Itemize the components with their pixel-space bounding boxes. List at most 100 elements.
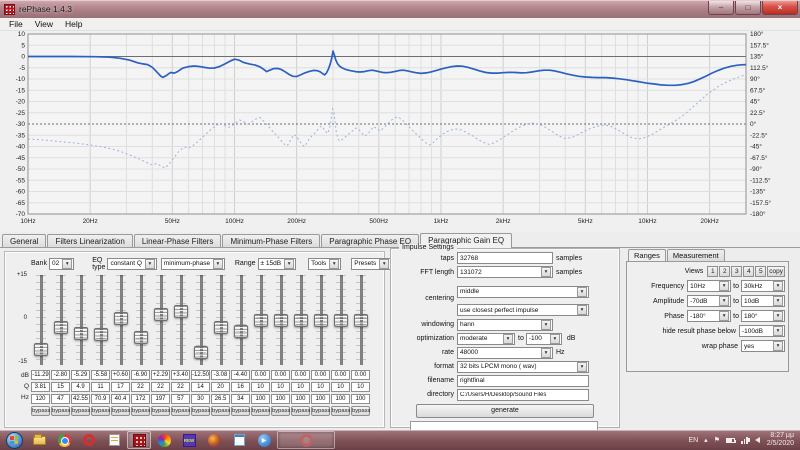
rew-icon[interactable]: REW	[177, 431, 201, 449]
band-q-value[interactable]: 10	[331, 382, 350, 392]
band-db-value[interactable]: 0.00	[251, 370, 270, 380]
bypass-button[interactable]: bypass	[31, 406, 50, 416]
bank-select[interactable]: 02 ▾	[49, 258, 74, 270]
centering-select-2[interactable]: use closest perfect impulse ▾	[457, 304, 589, 316]
slider-thumb[interactable]	[94, 328, 108, 341]
range-select[interactable]: ± 15dB ▾	[258, 258, 297, 270]
band-q-value[interactable]: 10	[271, 382, 290, 392]
band-db-value[interactable]: +2.29	[151, 370, 170, 380]
tab-minimum-phase-filters[interactable]: Minimum-Phase Filters	[222, 234, 320, 247]
tab-ranges[interactable]: Ranges	[628, 249, 666, 261]
slider-thumb[interactable]	[54, 321, 68, 334]
band-hz-value[interactable]: 197	[151, 394, 170, 404]
band-db-value[interactable]: +3.40	[171, 370, 190, 380]
bypass-button[interactable]: bypass	[231, 406, 250, 416]
bypass-button[interactable]: bypass	[211, 406, 230, 416]
wrap-phase-select[interactable]: yes ▾	[741, 340, 785, 352]
tab-linear-phase-filters[interactable]: Linear-Phase Filters	[134, 234, 222, 247]
band-q-value[interactable]: 10	[351, 382, 370, 392]
slider-thumb[interactable]	[174, 305, 188, 318]
band-hz-value[interactable]: 57	[171, 394, 190, 404]
active-window-button[interactable]	[277, 431, 335, 449]
language-indicator[interactable]: EN	[688, 437, 698, 444]
band-hz-value[interactable]: 100	[351, 394, 370, 404]
optimization-select[interactable]: moderate ▾	[457, 333, 515, 345]
view-button-3[interactable]: 3	[731, 266, 742, 277]
amplitude-to-select[interactable]: 10dB ▾	[741, 295, 785, 307]
view-button-1[interactable]: 1	[707, 266, 718, 277]
opera-icon[interactable]	[77, 431, 101, 449]
eq-type-select[interactable]: constant Q ▾	[107, 258, 156, 270]
bypass-button[interactable]: bypass	[351, 406, 370, 416]
band-hz-value[interactable]: 172	[131, 394, 150, 404]
filename-input[interactable]	[457, 375, 589, 387]
band-q-value[interactable]: 14	[191, 382, 210, 392]
windowing-select[interactable]: hann ▾	[457, 319, 553, 331]
band-hz-value[interactable]: 26.5	[211, 394, 230, 404]
bypass-button[interactable]: bypass	[151, 406, 170, 416]
tab-filters-linearization[interactable]: Filters Linearization	[47, 234, 132, 247]
slider-thumb[interactable]	[214, 321, 228, 334]
response-graph[interactable]: 1050-5-10-15-20-25-30-35-40-45-50-55-60-…	[0, 31, 800, 232]
bypass-button[interactable]: bypass	[71, 406, 90, 416]
bypass-button[interactable]: bypass	[171, 406, 190, 416]
band-db-value[interactable]: -5.58	[91, 370, 110, 380]
band-db-value[interactable]: -3.08	[211, 370, 230, 380]
band-q-value[interactable]: 20	[211, 382, 230, 392]
bypass-button[interactable]: bypass	[111, 406, 130, 416]
directory-input[interactable]	[457, 389, 589, 401]
hidden-icons-button[interactable]: ▴	[704, 436, 708, 444]
frequency-from-select[interactable]: 10Hz ▾	[687, 280, 731, 292]
band-hz-value[interactable]: 100	[291, 394, 310, 404]
band-q-value[interactable]: 22	[151, 382, 170, 392]
menu-help[interactable]: Help	[59, 19, 88, 29]
band-db-value[interactable]: 0.00	[271, 370, 290, 380]
band-hz-value[interactable]: 100	[251, 394, 270, 404]
band-q-value[interactable]: 15	[51, 382, 70, 392]
band-hz-value[interactable]: 42.55	[71, 394, 90, 404]
slider-thumb[interactable]	[114, 312, 128, 325]
phase-from-select[interactable]: -180° ▾	[687, 310, 731, 322]
menu-file[interactable]: File	[3, 19, 29, 29]
band-hz-value[interactable]: 100	[311, 394, 330, 404]
view-copy-button[interactable]: copy	[767, 266, 785, 277]
slider-thumb[interactable]	[194, 346, 208, 359]
band-db-value[interactable]: -6.90	[131, 370, 150, 380]
speaker-icon[interactable]	[755, 437, 760, 443]
slider-thumb[interactable]	[134, 331, 148, 344]
band-db-value[interactable]: 0.00	[291, 370, 310, 380]
band-hz-value[interactable]: 120	[31, 394, 50, 404]
window-titlebar[interactable]: rePhase 1.4.3 – □ ×	[0, 0, 800, 18]
band-db-value[interactable]: -5.29	[71, 370, 90, 380]
slider-thumb[interactable]	[274, 314, 288, 327]
band-db-value[interactable]: +0.60	[111, 370, 130, 380]
tab-general[interactable]: General	[2, 234, 46, 247]
band-q-value[interactable]: 4.9	[71, 382, 90, 392]
band-db-value[interactable]: 0.00	[331, 370, 350, 380]
chrome-icon[interactable]	[52, 431, 76, 449]
slider-thumb[interactable]	[334, 314, 348, 327]
optimization-db-select[interactable]: -100 ▾	[526, 333, 562, 345]
slider-thumb[interactable]	[354, 314, 368, 327]
paint-icon[interactable]	[152, 431, 176, 449]
band-q-value[interactable]: 10	[311, 382, 330, 392]
band-db-value[interactable]: -4.40	[231, 370, 250, 380]
band-hz-value[interactable]: 100	[331, 394, 350, 404]
bypass-button[interactable]: bypass	[191, 406, 210, 416]
band-hz-value[interactable]: 30	[191, 394, 210, 404]
notepad-icon[interactable]	[227, 431, 251, 449]
band-hz-value[interactable]: 40.4	[111, 394, 130, 404]
band-db-value[interactable]: 0.00	[311, 370, 330, 380]
frequency-to-select[interactable]: 30kHz ▾	[741, 280, 785, 292]
slider-thumb[interactable]	[154, 308, 168, 321]
hide-result-phase-select[interactable]: -100dB ▾	[739, 325, 785, 337]
view-button-2[interactable]: 2	[719, 266, 730, 277]
bypass-button[interactable]: bypass	[311, 406, 330, 416]
clock[interactable]: 8:27 μμ 2/5/2020	[767, 432, 794, 448]
bypass-button[interactable]: bypass	[251, 406, 270, 416]
bypass-button[interactable]: bypass	[131, 406, 150, 416]
fft-length-select[interactable]: 131072 ▾	[457, 266, 553, 278]
start-button[interactable]	[2, 431, 26, 449]
format-select[interactable]: 32 bits LPCM mono ( wav) ▾	[457, 361, 589, 373]
band-q-value[interactable]: 3.81	[31, 382, 50, 392]
